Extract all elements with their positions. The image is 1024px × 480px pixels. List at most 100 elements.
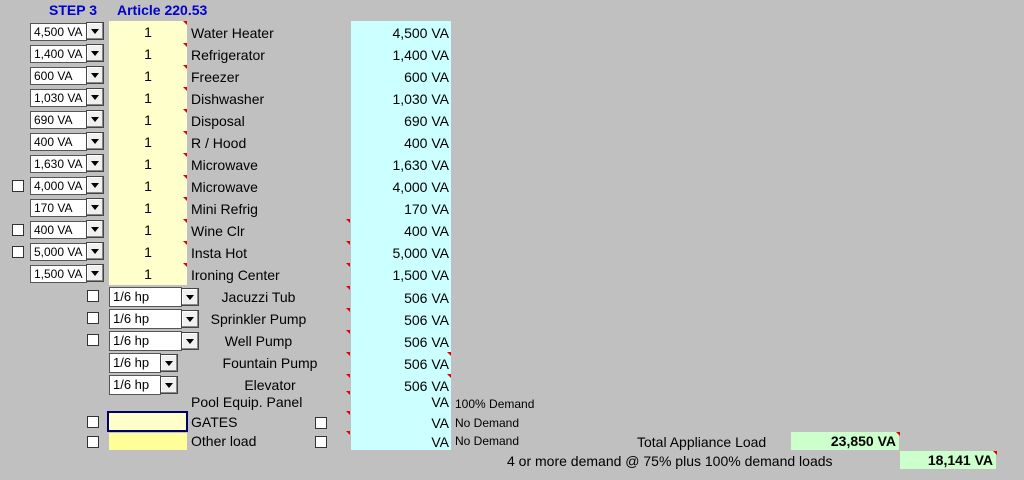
rating-dropdown[interactable]: 690 VA [30,111,87,129]
quantity-cell[interactable]: 1 [109,87,187,109]
pool-panel-label: Pool Equip. Panel [191,394,303,410]
appliance-checkbox[interactable] [12,224,24,236]
comment-indicator [183,87,187,91]
rating-dropdown[interactable]: 600 VA [30,67,87,85]
rating-dropdown[interactable]: 1,500 VA [30,265,87,283]
motor-checkbox[interactable] [87,290,99,302]
comment-indicator [183,241,187,245]
gates-checkbox[interactable] [87,416,99,428]
chevron-down-icon[interactable] [86,110,104,128]
chevron-down-icon[interactable] [86,154,104,172]
quantity-cell[interactable]: 1 [109,21,187,43]
quantity-cell[interactable]: 1 [109,241,187,263]
hp-dropdown[interactable]: 1/6 hp [109,331,182,351]
rating-dropdown[interactable]: 5,000 VA [30,243,87,261]
chevron-down-icon[interactable] [86,66,104,84]
appliance-checkbox[interactable] [12,180,24,192]
hp-dropdown[interactable]: 1/6 hp [109,375,161,395]
comment-indicator [183,131,187,135]
motor-name: Fountain Pump [222,355,318,371]
chevron-down-icon[interactable] [86,132,104,150]
comment-indicator [183,175,187,179]
chevron-down-icon[interactable] [86,176,104,194]
rating-dropdown[interactable]: 170 VA [30,199,87,217]
rating-dropdown[interactable]: 400 VA [30,133,87,151]
chevron-down-icon[interactable] [86,264,104,282]
appliance-checkbox[interactable] [12,246,24,258]
total-appliance-value: 23,850 VA [791,432,899,450]
comment-indicator [896,432,900,436]
quantity-cell[interactable]: 1 [109,153,187,175]
appliance-name: Microwave [191,157,258,173]
other-load-demand-checkbox[interactable] [315,436,327,448]
appliance-name: Water Heater [191,25,274,41]
rating-dropdown[interactable]: 1,400 VA [30,45,87,63]
chevron-down-icon[interactable] [160,376,178,394]
appliance-name: Refrigerator [191,47,265,63]
appliance-va: 1,630 VA [392,157,449,173]
motor-name: Jacuzzi Tub [221,289,296,305]
appliance-name: Wine Clr [191,223,245,239]
chevron-down-icon[interactable] [86,22,104,40]
appliance-va: 5,000 VA [392,245,449,261]
appliance-va: 600 VA [404,69,449,85]
hp-dropdown[interactable]: 1/6 hp [109,309,182,329]
appliance-name: Freezer [191,69,240,85]
hp-dropdown[interactable]: 1/6 hp [109,353,161,373]
chevron-down-icon[interactable] [86,88,104,106]
comment-indicator [346,219,350,223]
other-load-input[interactable] [109,433,187,450]
quantity-cell[interactable]: 1 [109,109,187,131]
quantity-cell[interactable]: 1 [109,197,187,219]
comment-indicator [183,219,187,223]
appliance-va: 1,030 VA [392,91,449,107]
appliance-va: 1,500 VA [392,267,449,283]
chevron-down-icon[interactable] [86,198,104,216]
appliance-name: Ironing Center [191,267,280,283]
quantity-cell[interactable]: 1 [109,65,187,87]
appliance-va: 4,500 VA [392,25,449,41]
comment-indicator [183,153,187,157]
demand-load-label: 4 or more demand @ 75% plus 100% demand … [507,453,833,469]
appliance-va: 690 VA [404,113,449,129]
chevron-down-icon[interactable] [86,242,104,260]
comment-indicator [183,65,187,69]
appliance-va: 4,000 VA [392,179,449,195]
comment-indicator [447,352,451,356]
quantity-cell[interactable]: 1 [109,175,187,197]
quantity-cell[interactable]: 1 [109,43,187,65]
rating-dropdown[interactable]: 400 VA [30,221,87,239]
quantity-cell[interactable]: 1 [109,219,187,241]
chevron-down-icon[interactable] [86,220,104,238]
comment-indicator [183,109,187,113]
comment-indicator [346,411,350,415]
gates-input[interactable] [107,411,188,432]
article-label: Article 220.53 [117,2,208,18]
gates-demand-checkbox[interactable] [315,417,327,429]
appliance-va: 400 VA [404,135,449,151]
rating-dropdown[interactable]: 1,030 VA [30,89,87,107]
demand-load-value: 18,141 VA [900,451,996,469]
motor-checkbox[interactable] [87,334,99,346]
other-load-checkbox[interactable] [87,436,99,448]
motor-va: 506 VA [404,356,449,372]
motor-checkbox[interactable] [87,312,99,324]
motor-va: 506 VA [404,290,449,306]
comment-indicator [346,330,350,334]
chevron-down-icon[interactable] [86,44,104,62]
quantity-cell[interactable]: 1 [109,263,187,285]
motor-name: Sprinkler Pump [210,311,307,327]
hp-dropdown[interactable]: 1/6 hp [109,287,182,307]
step-label: STEP 3 [49,2,97,18]
chevron-down-icon[interactable] [160,354,178,372]
quantity-cell[interactable]: 1 [109,131,187,153]
pool-panel-va: VA [431,394,449,410]
comment-indicator [183,43,187,47]
rating-dropdown[interactable]: 4,000 VA [30,177,87,195]
rating-dropdown[interactable]: 1,630 VA [30,155,87,173]
appliance-name: R / Hood [191,135,247,151]
rating-dropdown[interactable]: 4,500 VA [30,23,87,41]
motor-va: 506 VA [404,312,449,328]
comment-indicator [346,286,350,290]
appliance-va: 170 VA [404,201,449,217]
